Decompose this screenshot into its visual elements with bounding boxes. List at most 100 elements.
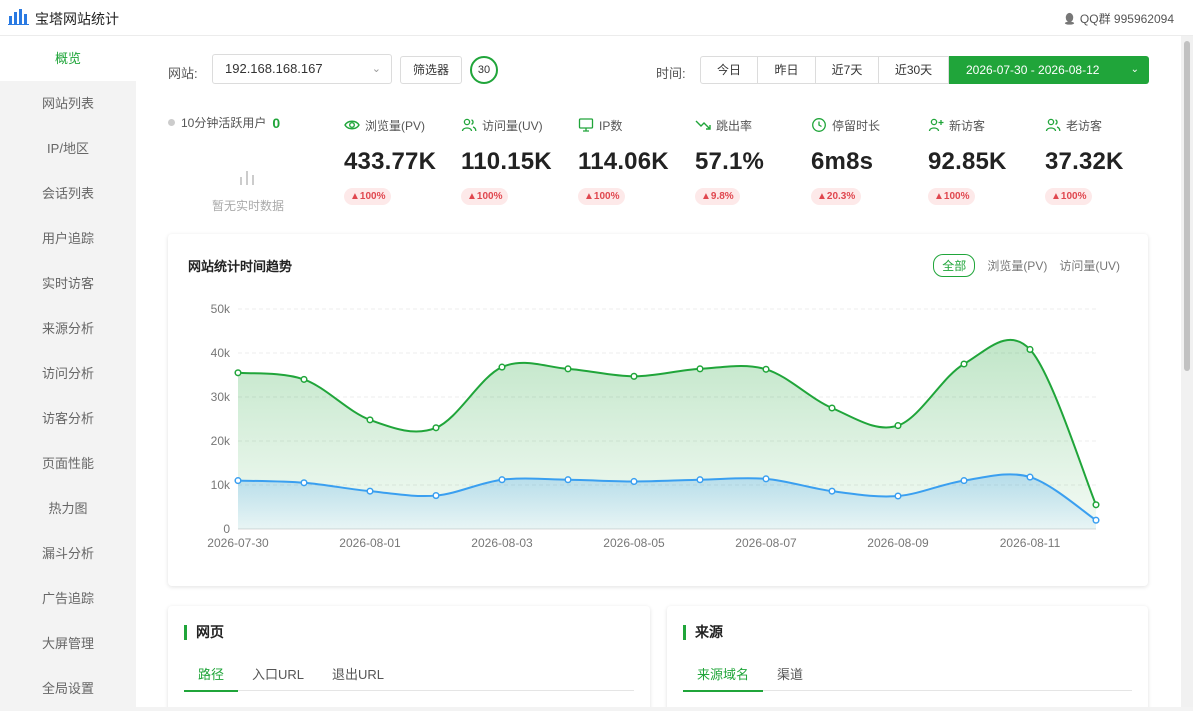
- sidebar-item-dashboard-screens[interactable]: 大屏管理: [0, 621, 136, 666]
- tab-pv[interactable]: 浏览量(PV): [987, 255, 1047, 276]
- pages-card: 网页 路径 入口URL 退出URL: [168, 606, 650, 707]
- tab-all[interactable]: 全部: [933, 254, 976, 277]
- data-point: [696, 365, 704, 373]
- sidebar-item-visit-analysis[interactable]: 访问分析: [0, 351, 136, 396]
- sidebar-item-page-performance[interactable]: 页面性能: [0, 441, 136, 486]
- tab-source-domain[interactable]: 来源域名: [683, 658, 764, 692]
- pages-card-tabs: 路径 入口URL 退出URL: [184, 658, 634, 692]
- metric-value: 6m8s: [811, 148, 874, 175]
- pages-card-title: 网页: [184, 625, 224, 640]
- sidebar-item-realtime-visitors[interactable]: 实时访客: [0, 261, 136, 306]
- data-point: [432, 424, 440, 432]
- data-point: [1026, 473, 1034, 481]
- scrollbar-thumb[interactable]: [1184, 41, 1190, 371]
- data-point: [696, 476, 704, 484]
- data-point: [960, 360, 968, 368]
- site-select-value: 192.168.168.167: [225, 61, 323, 76]
- x-tick-label: 2026-08-03: [471, 536, 533, 550]
- realtime-value: 0: [272, 114, 281, 131]
- sidebar-item-ip-region[interactable]: IP/地区: [0, 126, 136, 171]
- metric-label: IP数: [599, 118, 623, 133]
- qq-group-label: QQ群 995962094: [1079, 12, 1174, 26]
- time-label: 时间:: [656, 66, 686, 81]
- metric-new-visitors[interactable]: 新访客 92.85K ▲100%: [928, 116, 1043, 205]
- users-icon: [461, 118, 477, 132]
- sidebar-item-heatmap[interactable]: 热力图: [0, 486, 136, 531]
- y-tick-label: 40k: [211, 346, 231, 360]
- scrollbar[interactable]: [1181, 36, 1193, 707]
- sources-card-title: 来源: [683, 625, 723, 640]
- metric-label: 新访客: [949, 118, 986, 133]
- data-point: [894, 422, 902, 430]
- time-30days-button[interactable]: 近30天: [878, 56, 949, 84]
- site-label: 网站:: [168, 66, 198, 81]
- tab-exit-url[interactable]: 退出URL: [318, 658, 398, 690]
- metric-change-badge: ▲100%: [1045, 188, 1093, 205]
- filter-button[interactable]: 筛选器: [400, 56, 462, 84]
- sidebar-item-global-settings[interactable]: 全局设置: [0, 666, 136, 711]
- metric-label: 访问量(UV): [482, 118, 543, 133]
- tab-uv[interactable]: 访问量(UV): [1059, 255, 1120, 276]
- y-tick-label: 0: [223, 522, 230, 536]
- metric-duration[interactable]: 停留时长 6m8s ▲20.3%: [811, 116, 926, 205]
- users-icon: [1045, 118, 1061, 132]
- sidebar-item-site-list[interactable]: 网站列表: [0, 81, 136, 126]
- tab-entry-url[interactable]: 入口URL: [238, 658, 318, 690]
- realtime-active-users: 10分钟活跃用户 0: [168, 114, 280, 131]
- time-today-button[interactable]: 今日: [700, 56, 758, 84]
- metric-value: 92.85K: [928, 148, 1007, 175]
- metric-value: 37.32K: [1045, 148, 1124, 175]
- monitor-icon: [578, 118, 594, 132]
- sidebar-item-sessions[interactable]: 会话列表: [0, 171, 136, 216]
- data-point: [828, 487, 836, 495]
- chevron-down-icon: ⌄: [1130, 64, 1139, 75]
- y-tick-label: 30k: [211, 390, 231, 404]
- metric-pv[interactable]: 浏览量(PV) 433.77K ▲100%: [344, 116, 459, 205]
- data-point: [498, 476, 506, 484]
- status-dot: [168, 119, 175, 126]
- date-range-picker[interactable]: 2026-07-30 - 2026-08-12 ⌄: [949, 56, 1149, 84]
- data-point: [498, 363, 506, 371]
- tab-path[interactable]: 路径: [184, 658, 239, 692]
- tab-channel[interactable]: 渠道: [763, 658, 817, 690]
- trend-chart-card: 网站统计时间趋势 全部 浏览量(PV) 访问量(UV) 0 10k 20k 30k 40…: [168, 234, 1148, 586]
- sources-card-tabs: 来源域名 渠道: [683, 658, 1132, 692]
- trend-down-icon: [695, 120, 711, 130]
- metric-uv[interactable]: 访问量(UV) 110.15K ▲100%: [461, 116, 576, 205]
- sources-card: 来源 来源域名 渠道: [667, 606, 1148, 707]
- site-select[interactable]: 192.168.168.167 ⌄: [212, 54, 392, 84]
- data-point: [1092, 501, 1100, 509]
- title-bar: 宝塔网站统计 QQ群 995962094: [0, 0, 1193, 36]
- data-point: [432, 492, 440, 500]
- qq-group[interactable]: QQ群 995962094: [1063, 10, 1174, 27]
- metric-bounce-rate[interactable]: 跳出率 57.1% ▲9.8%: [695, 116, 810, 205]
- x-tick-label: 2026-08-11: [1000, 536, 1061, 550]
- time-7days-button[interactable]: 近7天: [815, 56, 879, 84]
- metric-change-badge: ▲20.3%: [811, 188, 862, 205]
- sidebar-item-visitor-analysis[interactable]: 访客分析: [0, 396, 136, 441]
- chevron-down-icon: ⌄: [371, 63, 381, 75]
- metric-value: 110.15K: [461, 148, 552, 175]
- clock-icon: [812, 118, 826, 132]
- time-yesterday-button[interactable]: 昨日: [757, 56, 816, 84]
- metric-returning-visitors[interactable]: 老访客 37.32K ▲100%: [1045, 116, 1160, 205]
- sidebar-item-ad-tracking[interactable]: 广告追踪: [0, 576, 136, 621]
- sidebar-item-source-analysis[interactable]: 来源分析: [0, 306, 136, 351]
- realtime-label: 10分钟活跃用户: [181, 116, 267, 130]
- metric-label: 老访客: [1066, 118, 1103, 133]
- x-tick-label: 2026-08-07: [735, 536, 797, 550]
- sidebar-item-user-tracking[interactable]: 用户追踪: [0, 216, 136, 261]
- data-point: [300, 479, 308, 487]
- metric-label: 停留时长: [832, 118, 881, 133]
- data-point: [366, 416, 374, 424]
- sidebar-item-funnel[interactable]: 漏斗分析: [0, 531, 136, 576]
- sidebar-item-overview[interactable]: 概览: [0, 36, 136, 81]
- metric-value: 433.77K: [344, 148, 437, 175]
- metric-ip[interactable]: IP数 114.06K ▲100%: [578, 116, 693, 205]
- trend-chart[interactable]: 0 10k 20k 30k 40k 50k 2026-07-30 2026-08-01 2026…: [168, 294, 1148, 586]
- data-point: [1092, 516, 1100, 524]
- data-point: [894, 492, 902, 500]
- filter-count-badge[interactable]: 30: [470, 56, 498, 84]
- metric-change-badge: ▲100%: [928, 188, 976, 205]
- data-point: [828, 404, 836, 412]
